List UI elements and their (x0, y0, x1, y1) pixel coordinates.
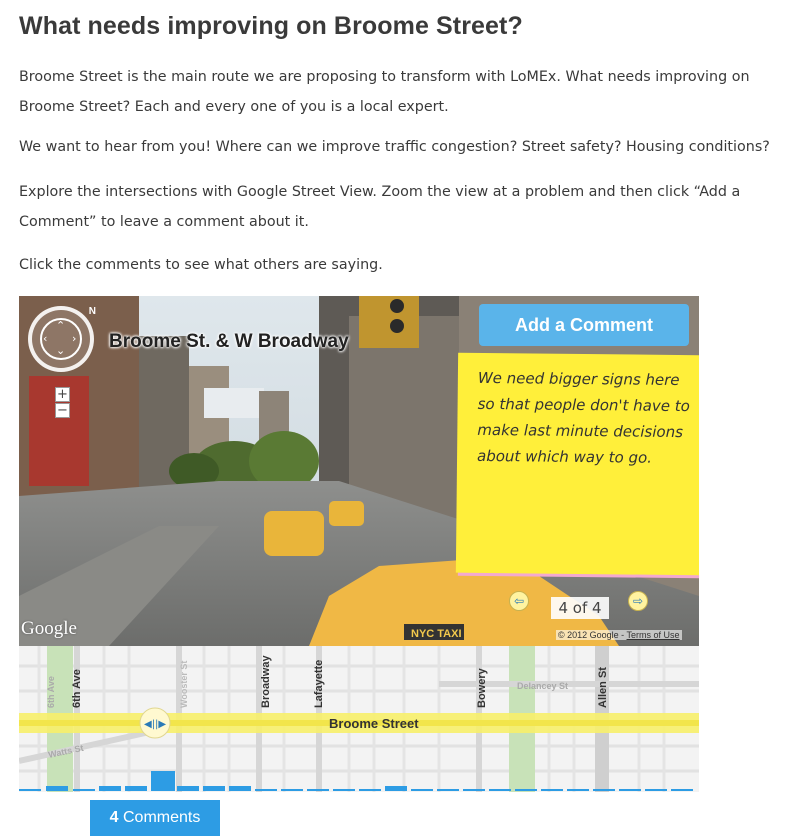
comment-counter: 4 of 4 (551, 597, 609, 619)
comments-button[interactable]: 4 Comments (90, 800, 220, 836)
street-label-broadway: Broadway (260, 655, 272, 708)
intro-paragraph: Broome Street is the main route we are p… (19, 69, 750, 115)
request-paragraph: We want to hear from you! Where can we i… (19, 139, 770, 155)
copyright-text: © 2012 Google - (558, 630, 627, 640)
street-map[interactable]: 6th Ave 6th Ave Wooster St Broadway Lafa… (19, 646, 699, 792)
arrow-right-icon: ⇨ (632, 594, 644, 608)
pan-control[interactable]: ⌃ ⌄ ‹ › (40, 318, 82, 360)
comments-count: 4 (109, 809, 119, 826)
add-comment-button[interactable]: Add a Comment (479, 304, 689, 346)
pan-down-icon[interactable]: ⌄ (56, 344, 65, 357)
zoom-in-button[interactable]: + (55, 387, 70, 402)
street-label-wooster: Wooster St (179, 661, 189, 708)
street-label-lafayette: Lafayette (313, 660, 325, 708)
comments-paragraph: Click the comments to see what others ar… (19, 257, 383, 273)
comment-text: We need bigger signs here so that people… (476, 368, 690, 467)
arrow-left-icon: ⇦ (513, 594, 525, 608)
comment-sticky-note[interactable]: We need bigger signs here so that people… (455, 352, 699, 576)
street-label-6th-ave-faint: 6th Ave (46, 676, 56, 708)
next-comment-button[interactable]: ⇨ (628, 591, 648, 611)
taxi-sign: NYC TAXI (411, 628, 462, 640)
comments-label: Comments (123, 809, 201, 826)
street-label-bowery: Bowery (476, 667, 488, 708)
terms-of-use-link[interactable]: Terms of Use (627, 630, 680, 640)
page-title: What needs improving on Broome Street? (19, 12, 523, 40)
copyright-notice: © 2012 Google - Terms of Use (556, 630, 682, 640)
zoom-out-button[interactable]: − (55, 403, 70, 418)
pan-left-icon[interactable]: ‹ (43, 332, 47, 345)
location-label: Broome St. & W Broadway (109, 331, 349, 352)
slider-arrows-icon: ◀||▶ (144, 719, 166, 730)
street-view-panel[interactable]: NYC TAXI ⌃ ⌄ ‹ › N + − Broome St. & W Br… (19, 296, 699, 646)
instructions-paragraph: Explore the intersections with Google St… (19, 184, 741, 230)
compass-control[interactable]: ⌃ ⌄ ‹ › N (28, 306, 96, 372)
street-label-delancey: Delancey St (517, 681, 568, 691)
pan-right-icon[interactable]: › (72, 332, 76, 345)
google-logo: Google (21, 618, 77, 639)
main-street-label: Broome Street (329, 716, 419, 731)
north-indicator: N (88, 306, 96, 317)
pan-up-icon[interactable]: ⌃ (56, 319, 65, 332)
street-label-allen: Allen St (597, 667, 609, 708)
street-label-6th-ave: 6th Ave (71, 669, 83, 708)
selected-intersection-bar[interactable] (151, 771, 175, 791)
previous-comment-button[interactable]: ⇦ (509, 591, 529, 611)
